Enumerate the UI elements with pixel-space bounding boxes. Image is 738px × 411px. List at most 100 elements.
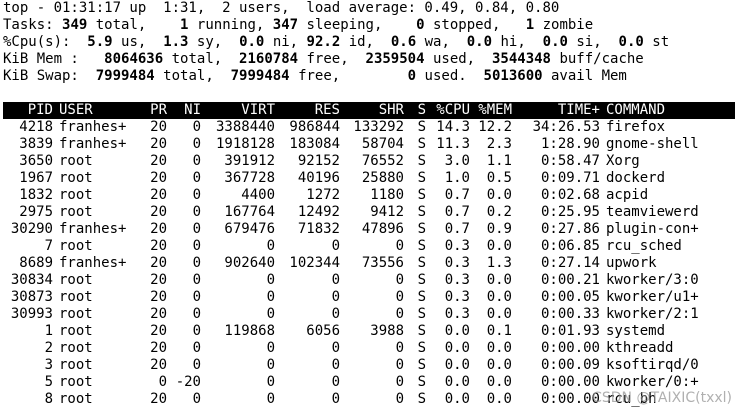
table-row[interactable]: 2975 root 20 0 167764 12492 9412 S 0.7 0.2 0:25.95… bbox=[3, 204, 735, 221]
cell-mem: 0.0 bbox=[486, 357, 512, 373]
cell-state: S bbox=[417, 391, 426, 407]
cell-res: 0 bbox=[331, 306, 340, 322]
table-row[interactable]: 1967 root 20 0 367728 40196 25880 S 1.0 0.5 0:09.7… bbox=[3, 170, 735, 187]
cell-time: 0:02.68 bbox=[540, 187, 600, 203]
cell-time: 0:00.00 bbox=[540, 340, 600, 356]
cell-shr: 9412 bbox=[370, 204, 404, 220]
cell-pid: 8 bbox=[44, 391, 53, 407]
cell-ni: 0 bbox=[192, 272, 201, 288]
cell-pr: 20 bbox=[150, 187, 167, 203]
cell-pid: 1832 bbox=[19, 187, 53, 203]
cell-state: S bbox=[417, 187, 426, 203]
table-row[interactable]: 3 root 20 0 0 0 0 S 0.0 0.0 0:00.09 ksoftirqd/0 bbox=[3, 357, 735, 374]
table-row[interactable]: 30993 root 20 0 0 0 0 S 0.3 0.0 0:00.33 kworker/2:1 bbox=[3, 306, 735, 323]
cell-virt: 0 bbox=[266, 340, 275, 356]
cell-cpu: 0.0 bbox=[444, 391, 470, 407]
cell-command: rcu_sched bbox=[606, 238, 682, 254]
cell-pid: 5 bbox=[44, 374, 53, 390]
cell-mem: 0.1 bbox=[486, 323, 512, 339]
cell-shr: 0 bbox=[395, 391, 404, 407]
column-header-shr[interactable]: SHR bbox=[340, 102, 404, 119]
column-header-pid[interactable]: PID bbox=[3, 102, 53, 119]
column-header-res[interactable]: RES bbox=[275, 102, 340, 119]
column-header-time[interactable]: TIME+ bbox=[512, 102, 600, 119]
column-header-cpu[interactable]: %CPU bbox=[426, 102, 470, 119]
cell-pr: 0 bbox=[158, 374, 167, 390]
cell-mem: 0.9 bbox=[486, 221, 512, 237]
column-header-state[interactable]: S bbox=[404, 102, 426, 119]
cell-pid: 2 bbox=[44, 340, 53, 356]
cell-shr: 133292 bbox=[353, 119, 404, 135]
cell-user: root bbox=[59, 204, 93, 220]
swap-line: KiB Swap: 7999484 total, 7999484 free, 0… bbox=[3, 68, 627, 84]
cell-user: franhes+ bbox=[59, 136, 127, 152]
table-row[interactable]: 4218 franhes+ 20 0 3388440 986844 133292 S 14.3 1… bbox=[3, 119, 735, 136]
table-row[interactable]: 1 root 20 0 119868 6056 3988 S 0.0 0.1 0:01.93 syst… bbox=[3, 323, 735, 340]
cell-state: S bbox=[417, 289, 426, 305]
cell-ni: 0 bbox=[192, 170, 201, 186]
cell-command: systemd bbox=[606, 323, 666, 339]
cell-command: teamviewerd bbox=[606, 204, 699, 220]
cell-cpu: 0.7 bbox=[444, 221, 470, 237]
cell-time: 0:00.21 bbox=[540, 272, 600, 288]
cell-time: 0:27.14 bbox=[540, 255, 600, 271]
cell-virt: 1918128 bbox=[215, 136, 275, 152]
cell-virt: 391912 bbox=[224, 153, 275, 169]
table-row[interactable]: 7 root 20 0 0 0 0 S 0.3 0.0 0:06.85 rcu_sched bbox=[3, 238, 735, 255]
cell-res: 0 bbox=[331, 238, 340, 254]
column-header-pr[interactable]: PR bbox=[139, 102, 167, 119]
cell-shr: 0 bbox=[395, 289, 404, 305]
cell-virt: 4400 bbox=[241, 187, 275, 203]
cell-shr: 0 bbox=[395, 238, 404, 254]
column-header-mem[interactable]: %MEM bbox=[470, 102, 512, 119]
terminal[interactable]: top - 01:31:17 up 1:31, 2 users, load av… bbox=[3, 0, 738, 408]
cell-res: 92152 bbox=[297, 153, 340, 169]
cell-user: franhes+ bbox=[59, 119, 127, 135]
table-row[interactable]: 1832 root 20 0 4400 1272 1180 S 0.7 0.0 0:02.68 acp… bbox=[3, 187, 735, 204]
cell-mem: 0.0 bbox=[486, 187, 512, 203]
cell-user: root bbox=[59, 289, 93, 305]
cell-res: 12492 bbox=[297, 204, 340, 220]
cell-ni: 0 bbox=[192, 238, 201, 254]
cell-pr: 20 bbox=[150, 204, 167, 220]
cell-ni: 0 bbox=[192, 204, 201, 220]
cell-pid: 30290 bbox=[10, 221, 53, 237]
cell-ni: 0 bbox=[192, 323, 201, 339]
table-row[interactable]: 2 root 20 0 0 0 0 S 0.0 0.0 0:00.00 kthreadd bbox=[3, 340, 735, 357]
cell-state: S bbox=[417, 374, 426, 390]
cell-time: 0:00.00 bbox=[540, 374, 600, 390]
cell-res: 71832 bbox=[297, 221, 340, 237]
cell-mem: 0.0 bbox=[486, 374, 512, 390]
column-header-user[interactable]: USER bbox=[53, 102, 139, 119]
cell-time: 34:26.53 bbox=[532, 119, 600, 135]
column-header-virt[interactable]: VIRT bbox=[201, 102, 275, 119]
cell-user: root bbox=[59, 170, 93, 186]
table-row[interactable]: 30290 franhes+ 20 0 679476 71832 47896 S 0.7 0.9 0… bbox=[3, 221, 735, 238]
mem-line: KiB Mem : 8064636 total, 2160784 free, 2… bbox=[3, 51, 644, 67]
cell-virt: 0 bbox=[266, 238, 275, 254]
table-row[interactable]: 8689 franhes+ 20 0 902640 102344 73556 S 0.3 1.3 0… bbox=[3, 255, 735, 272]
cell-res: 40196 bbox=[297, 170, 340, 186]
table-row[interactable]: 3839 franhes+ 20 0 1918128 183084 58704 S 11.3 2.… bbox=[3, 136, 735, 153]
table-row[interactable]: 30834 root 20 0 0 0 0 S 0.3 0.0 0:00.21 kworker/3:0 bbox=[3, 272, 735, 289]
cell-res: 0 bbox=[331, 340, 340, 356]
cell-shr: 0 bbox=[395, 357, 404, 373]
table-row[interactable]: 5 root 0 -20 0 0 0 S 0.0 0.0 0:00.00 kworker/0:+ bbox=[3, 374, 735, 391]
table-row[interactable]: 30873 root 20 0 0 0 0 S 0.3 0.0 0:00.05 kworker/u1+ bbox=[3, 289, 735, 306]
cpu-line: %Cpu(s): 5.9 us, 1.3 sy, 0.0 ni, 92.2 id… bbox=[3, 34, 670, 50]
column-header-ni[interactable]: NI bbox=[167, 102, 201, 119]
cell-command: plugin-con+ bbox=[606, 221, 699, 237]
cell-pr: 20 bbox=[150, 170, 167, 186]
cell-pid: 30834 bbox=[10, 272, 53, 288]
cell-cpu: 0.3 bbox=[444, 289, 470, 305]
cell-time: 0:58.47 bbox=[540, 153, 600, 169]
cell-ni: 0 bbox=[192, 306, 201, 322]
cell-pid: 7 bbox=[44, 238, 53, 254]
cell-pr: 20 bbox=[150, 357, 167, 373]
cell-cpu: 3.0 bbox=[444, 153, 470, 169]
table-row[interactable]: 3650 root 20 0 391912 92152 76552 S 3.0 1.1 0:58.4… bbox=[3, 153, 735, 170]
cell-cpu: 0.3 bbox=[444, 306, 470, 322]
column-header-command[interactable]: COMMAND bbox=[600, 102, 735, 119]
cell-virt: 0 bbox=[266, 272, 275, 288]
cell-state: S bbox=[417, 357, 426, 373]
